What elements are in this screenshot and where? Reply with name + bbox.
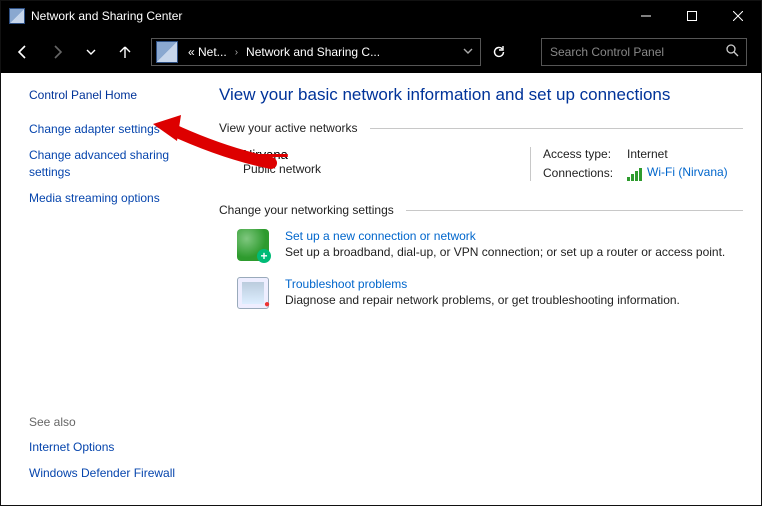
up-button[interactable] (109, 36, 141, 68)
connections-label: Connections: (543, 166, 627, 180)
refresh-button[interactable] (483, 36, 515, 68)
content-area: Control Panel Home Change adapter settin… (1, 73, 761, 505)
network-type: Public network (243, 162, 518, 176)
titlebar: Network and Sharing Center (1, 1, 761, 31)
troubleshoot-link[interactable]: Troubleshoot problems (285, 277, 407, 291)
troubleshoot-desc: Diagnose and repair network problems, or… (285, 293, 680, 307)
sidebar-link-internet-options[interactable]: Internet Options (29, 439, 197, 455)
option-troubleshoot: Troubleshoot problems Diagnose and repai… (237, 277, 743, 309)
forward-button[interactable] (41, 36, 73, 68)
breadcrumb-2[interactable]: Network and Sharing C... (240, 39, 386, 65)
search-icon[interactable] (718, 44, 746, 60)
option-new-connection: Set up a new connection or network Set u… (237, 229, 743, 261)
sidebar-link-media[interactable]: Media streaming options (29, 190, 197, 206)
sidebar: Control Panel Home Change adapter settin… (1, 73, 211, 505)
address-bar[interactable]: « Net... › Network and Sharing C... (151, 38, 481, 66)
active-networks-header: View your active networks (219, 121, 358, 135)
main-panel: View your basic network information and … (211, 73, 761, 505)
connection-link[interactable]: Wi-Fi (Nirvana) (647, 165, 728, 179)
access-type-value: Internet (627, 147, 743, 161)
address-icon (156, 41, 178, 63)
back-button[interactable] (7, 36, 39, 68)
navbar: « Net... › Network and Sharing C... (1, 31, 761, 73)
close-button[interactable] (715, 1, 761, 31)
address-dropdown[interactable] (456, 45, 480, 59)
recent-locations-button[interactable] (75, 36, 107, 68)
chevron-right-icon[interactable]: › (233, 47, 240, 58)
divider (370, 128, 743, 129)
see-also-header: See also (29, 415, 197, 429)
sidebar-link-home[interactable]: Control Panel Home (29, 87, 197, 103)
minimize-button[interactable] (623, 1, 669, 31)
search-box[interactable] (541, 38, 747, 66)
troubleshoot-icon (237, 277, 269, 309)
active-network-row: Nirvana Public network Access type: Inte… (243, 147, 743, 181)
wifi-signal-icon (627, 167, 643, 181)
change-settings-header: Change your networking settings (219, 203, 394, 217)
search-input[interactable] (542, 45, 718, 59)
sidebar-link-advanced[interactable]: Change advanced sharing settings (29, 147, 197, 179)
new-connection-icon (237, 229, 269, 261)
maximize-button[interactable] (669, 1, 715, 31)
new-connection-link[interactable]: Set up a new connection or network (285, 229, 476, 243)
network-name: Nirvana (243, 147, 288, 162)
breadcrumb-1[interactable]: « Net... (182, 39, 233, 65)
app-icon (9, 8, 25, 24)
access-type-label: Access type: (543, 147, 627, 161)
sidebar-link-firewall[interactable]: Windows Defender Firewall (29, 465, 197, 481)
window-title: Network and Sharing Center (31, 9, 623, 23)
divider (406, 210, 743, 211)
new-connection-desc: Set up a broadband, dial-up, or VPN conn… (285, 245, 725, 259)
window: Network and Sharing Center « Net... › Ne… (0, 0, 762, 506)
sidebar-link-adapter[interactable]: Change adapter settings (29, 121, 197, 137)
page-heading: View your basic network information and … (219, 85, 743, 105)
vertical-divider (530, 147, 531, 181)
